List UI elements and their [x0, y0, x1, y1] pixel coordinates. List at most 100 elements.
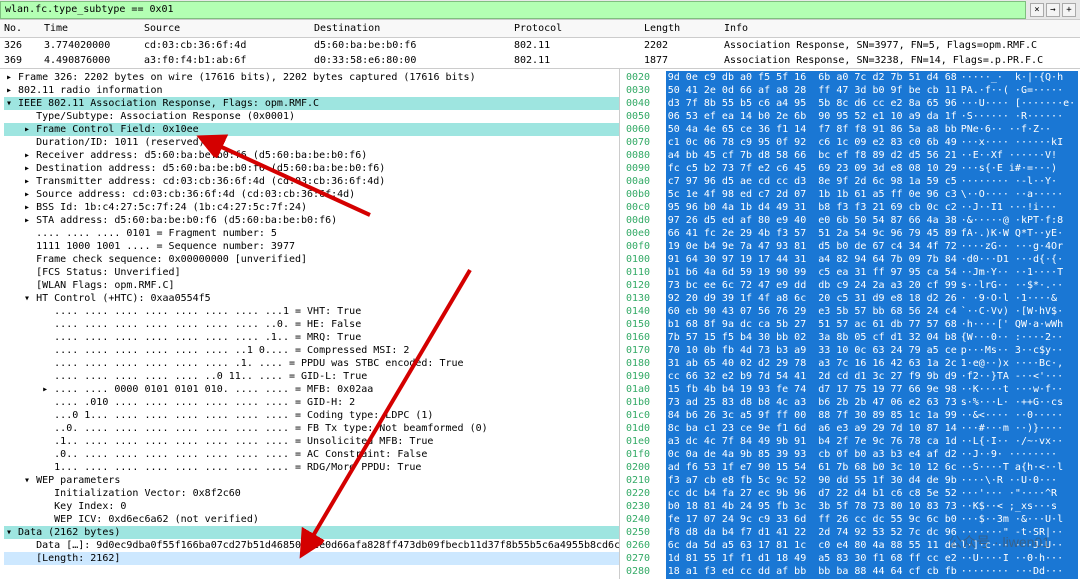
hex-bytes-row[interactable]: fe 17 07 24 9c c9 33 6d ff 26 cc dc 55 9…: [666, 513, 959, 526]
hex-bytes-row[interactable]: 73 bc ee 6c 72 47 e9 dd db c9 24 2a a3 2…: [666, 279, 959, 292]
hex-ascii-row[interactable]: ··J··9· ········: [959, 448, 1078, 461]
hex-ascii-row[interactable]: s·%···L· ·++G··cs: [959, 396, 1078, 409]
hex-bytes-row[interactable]: 9d 0e c9 db a0 f5 5f 16 6b a0 7c d2 7b 5…: [666, 71, 959, 84]
tree-node[interactable]: ▸ Transmitter address: cd:03:cb:36:6f:4d…: [4, 175, 619, 188]
hex-ascii-row[interactable]: ··K$··< ;_xs···s: [959, 500, 1078, 513]
tree-node[interactable]: Key Index: 0: [4, 500, 619, 513]
hex-ascii-row[interactable]: ···'··· ·"····^R: [959, 487, 1078, 500]
tree-node[interactable]: ▸ 802.11 radio information: [4, 84, 619, 97]
hex-bytes-row[interactable]: 0c 0a de 4a 9b 85 39 93 cb 0f b0 a3 b3 e…: [666, 448, 959, 461]
tree-node[interactable]: .... .... .... .... .... .... .... .1.. …: [4, 331, 619, 344]
hex-ascii-row[interactable]: ·····_· k·|·{Q·h: [959, 71, 1078, 84]
tree-node[interactable]: ▸ Source address: cd:03:cb:36:6f:4d (cd:…: [4, 188, 619, 201]
hex-ascii-row[interactable]: ···x···· ······kI: [959, 136, 1078, 149]
hex-bytes-row[interactable]: f8 d8 da b4 f7 d1 41 22 2d 74 92 53 52 7…: [666, 526, 959, 539]
hex-ascii-row[interactable]: fA·.)K·W Q*T··yE·: [959, 227, 1078, 240]
tree-node[interactable]: ▸ Destination address: d5:60:ba:be:b0:f6…: [4, 162, 619, 175]
tree-node[interactable]: ▾ WEP parameters: [4, 474, 619, 487]
hex-ascii-row[interactable]: ··E··Xf ······V!: [959, 149, 1078, 162]
hex-bytes-row[interactable]: 97 26 d5 ed af 80 e9 40 e0 6b 50 54 87 6…: [666, 214, 959, 227]
hex-bytes-row[interactable]: b1 68 8f 9a dc ca 5b 27 51 57 ac 61 db 7…: [666, 318, 959, 331]
tree-node[interactable]: Data […]: 9d0ec9dba0f55f166ba07cd27b51d4…: [4, 539, 619, 552]
tree-node[interactable]: Frame check sequence: 0x00000000 [unveri…: [4, 253, 619, 266]
hex-ascii-row[interactable]: 1·e@··)x ····Bc·,: [959, 357, 1078, 370]
tree-node[interactable]: .... .... .... .... .... ..0 11.. .... =…: [4, 370, 619, 383]
hex-bytes-row[interactable]: 92 20 d9 39 1f 4f a8 6c 20 c5 31 d9 e8 1…: [666, 292, 959, 305]
packet-row[interactable]: 3694.490876000a3:f0:f4:b1:ab:6fd0:33:58:…: [0, 53, 1080, 68]
hex-ascii-row[interactable]: ····zG·· ···g·4Or: [959, 240, 1078, 253]
tree-node[interactable]: ...0 1... .... .... .... .... .... .... …: [4, 409, 619, 422]
hex-bytes-row[interactable]: 60 eb 90 43 07 56 76 29 e3 5b 57 bb 68 5…: [666, 305, 959, 318]
hex-ascii-row[interactable]: ··U····I ··0·h···: [959, 552, 1078, 565]
hex-bytes-row[interactable]: 06 53 ef ea 14 b0 2e 6b 90 95 52 e1 10 a…: [666, 110, 959, 123]
hex-ascii-row[interactable]: ·h····[' QW·a·wWh: [959, 318, 1078, 331]
tree-node[interactable]: 1111 1000 1001 .... = Sequence number: 3…: [4, 240, 619, 253]
tree-node[interactable]: .... .... .... .... .... .... .... ..0. …: [4, 318, 619, 331]
tree-node[interactable]: ▸ Frame Control Field: 0x10ee: [4, 123, 619, 136]
tree-node[interactable]: ▸ STA address: d5:60:ba:be:b0:f6 (d5:60:…: [4, 214, 619, 227]
hex-bytes-row[interactable]: 84 b6 26 3c a5 9f ff 00 88 7f 30 89 85 1…: [666, 409, 959, 422]
tree-node[interactable]: ▸ .... .... 0000 0101 0101 010. .... ...…: [4, 383, 619, 396]
hex-ascii-row[interactable]: ··Jm·Y·· ··1····T: [959, 266, 1078, 279]
hex-ascii-row[interactable]: s··lrG·· ··$*·.··: [959, 279, 1078, 292]
hex-ascii-row[interactable]: · ·9·O·l ·1····&: [959, 292, 1078, 305]
hex-ascii-row[interactable]: \··O···· ··a·····: [959, 188, 1078, 201]
hex-ascii-row[interactable]: ··&<···· ··0·····: [959, 409, 1078, 422]
hex-bytes-row[interactable]: 50 41 2e 0d 66 af a8 28 ff 47 3d b0 9f b…: [666, 84, 959, 97]
hex-bytes-row[interactable]: 70 10 0b fb 4d 73 b3 a9 33 10 0c 63 24 7…: [666, 344, 959, 357]
hex-ascii-row[interactable]: ···s{·E i#·=···): [959, 162, 1078, 175]
hex-ascii-row[interactable]: ······PT ········: [959, 578, 1078, 579]
hex-bytes-row[interactable]: 95 96 b0 4a 1b d4 49 31 b8 f3 f3 21 69 c…: [666, 201, 959, 214]
hex-bytes-row[interactable]: fc c5 b2 73 7f e2 c6 45 69 23 09 3d e8 0…: [666, 162, 959, 175]
hex-bytes-row[interactable]: d3 7f 8b 55 b5 c6 a4 95 5b 8c d6 cc e2 8…: [666, 97, 959, 110]
hex-bytes-row[interactable]: 91 64 30 97 19 17 44 31 a4 82 94 64 7b 0…: [666, 253, 959, 266]
col-dst[interactable]: Destination: [310, 23, 510, 34]
hex-ascii-row[interactable]: ··L{·I·· ·/~·vx··: [959, 435, 1078, 448]
hex-ascii-row[interactable]: PA.·f··( ·G=·····: [959, 84, 1078, 97]
hex-bytes-row[interactable]: f3 a7 cb e8 fb 5c 9c 52 90 dd 55 1f 30 d…: [666, 474, 959, 487]
tree-node[interactable]: .... .... .... .... .... .... ..1 0.... …: [4, 344, 619, 357]
hex-bytes-row[interactable]: 1d 81 55 1f f1 d1 18 49 a5 83 30 f1 68 f…: [666, 552, 959, 565]
filter-clear-button[interactable]: ×: [1030, 3, 1044, 17]
hex-bytes-row[interactable]: 73 ad 25 83 d8 b8 4c a3 b6 2b 2b 47 06 e…: [666, 396, 959, 409]
col-len[interactable]: Length: [640, 23, 720, 34]
col-proto[interactable]: Protocol: [510, 23, 640, 34]
hex-ascii-row[interactable]: p···Ms·· 3··c$y··: [959, 344, 1078, 357]
tree-node[interactable]: Initialization Vector: 0x8f2c60: [4, 487, 619, 500]
hex-ascii-row[interactable]: ·f2··}TA -··<'···: [959, 370, 1078, 383]
hex-bytes-row[interactable]: 6c da 5d a5 63 17 81 1c c0 e4 80 4a 88 5…: [666, 539, 959, 552]
hex-ascii-row[interactable]: ········ ···Dd···: [959, 565, 1078, 578]
hex-ascii-row[interactable]: ··J··I1 ···!i···: [959, 201, 1078, 214]
hex-bytes-row[interactable]: 50 4a 4e 65 ce 36 f1 14 f7 8f f8 91 86 5…: [666, 123, 959, 136]
tree-node[interactable]: WEP ICV: 0xd6ec6a62 (not verified): [4, 513, 619, 526]
tree-node[interactable]: ▸ BSS Id: 1b:c4:27:5c:7f:24 (1b:c4:27:5c…: [4, 201, 619, 214]
hex-bytes-row[interactable]: 8c ba c1 23 ce 9e f1 6d a6 e3 a9 29 7d 1…: [666, 422, 959, 435]
hex-bytes-row[interactable]: c7 97 96 d5 ae cd cc d3 8e 9f 2d 6c 98 1…: [666, 175, 959, 188]
hex-ascii-row[interactable]: ·S······ ·R······: [959, 110, 1078, 123]
tree-node[interactable]: Type/Subtype: Association Response (0x00…: [4, 110, 619, 123]
tree-node[interactable]: ..0. .... .... .... .... .... .... .... …: [4, 422, 619, 435]
hex-bytes-row[interactable]: cc 66 32 e2 b9 7d 54 41 2d cd d1 3c 27 f…: [666, 370, 959, 383]
col-no[interactable]: No.: [0, 23, 40, 34]
hex-bytes-row[interactable]: ad f6 53 1f e7 90 15 54 61 7b 68 b0 3c 1…: [666, 461, 959, 474]
hex-bytes-row[interactable]: 5c 1e 4f 98 ed c7 2d 07 1b 1b 61 a5 ff 0…: [666, 188, 959, 201]
hex-view[interactable]: 0020003000400050006000700080009000a000b0…: [620, 69, 1080, 579]
hex-ascii-row[interactable]: ·&·····@ ·kPT·f:8: [959, 214, 1078, 227]
hex-ascii-row[interactable]: ···$··3m ·&···U·l: [959, 513, 1078, 526]
hex-bytes-row[interactable]: 18 a1 f3 ed cc dd af bb bb ba 88 44 64 c…: [666, 565, 959, 578]
col-time[interactable]: Time: [40, 23, 140, 34]
tree-node[interactable]: [WLAN Flags: opm.RMF.C]: [4, 279, 619, 292]
tree-node[interactable]: 1... .... .... .... .... .... .... .... …: [4, 461, 619, 474]
hex-ascii-row[interactable]: PNe·6·· ··f·Z··: [959, 123, 1078, 136]
tree-node[interactable]: .... .... .... .... .... .... .... ...1 …: [4, 305, 619, 318]
tree-node[interactable]: .... .010 .... .... .... .... .... .... …: [4, 396, 619, 409]
hex-bytes-row[interactable]: a4 bb 45 cf 7b d8 58 66 bc ef f8 89 d2 d…: [666, 149, 959, 162]
tree-node[interactable]: Duration/ID: 1011 (reserved): [4, 136, 619, 149]
tree-node[interactable]: ▾ Data (2162 bytes): [4, 526, 619, 539]
tree-node[interactable]: ▾ HT Control (+HTC): 0xaa0554f5: [4, 292, 619, 305]
hex-bytes-row[interactable]: 91 c5 e2 dc cf cc 50 54 a7 b5 e9 fc 02 0…: [666, 578, 959, 579]
tree-node[interactable]: .1.. .... .... .... .... .... .... .... …: [4, 435, 619, 448]
hex-bytes-row[interactable]: 31 ab 65 40 02 d2 29 78 a3 7c 16 16 42 6…: [666, 357, 959, 370]
hex-ascii-row[interactable]: ···#···m ··)}····: [959, 422, 1078, 435]
display-filter-input[interactable]: [0, 1, 1026, 19]
